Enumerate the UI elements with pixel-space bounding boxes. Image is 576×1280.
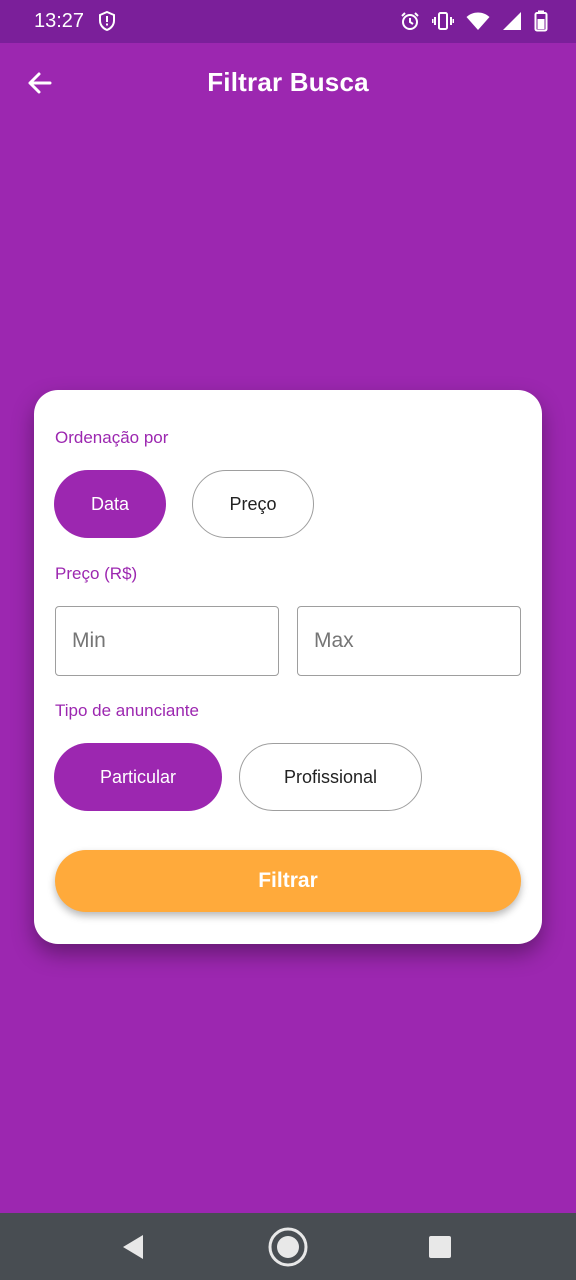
- shield-icon: [98, 10, 116, 32]
- advertiser-option-particular[interactable]: Particular: [54, 743, 222, 811]
- signal-icon: [502, 11, 522, 31]
- back-triangle-icon[interactable]: [120, 1233, 146, 1266]
- status-bar: 13:27: [0, 0, 576, 43]
- app-bar: Filtrar Busca: [0, 43, 576, 123]
- filter-card: Ordenação por Data Preço Preço (R$) Tipo…: [34, 390, 542, 944]
- status-icons: [400, 10, 548, 32]
- price-max-input[interactable]: [297, 606, 521, 676]
- chip-label: Data: [90, 493, 130, 514]
- sort-section-label: Ordenação por: [55, 428, 169, 447]
- wifi-icon: [466, 11, 490, 31]
- sort-option-date[interactable]: Data: [54, 470, 166, 538]
- filter-button-label: Filtrar: [258, 869, 318, 892]
- advertiser-option-profissional[interactable]: Profissional: [239, 743, 422, 811]
- status-time: 13:27: [34, 10, 85, 32]
- page-title: Filtrar Busca: [207, 67, 369, 97]
- chip-label: Particular: [99, 766, 177, 787]
- filter-button[interactable]: Filtrar: [55, 850, 521, 912]
- recents-square-icon[interactable]: [428, 1235, 452, 1264]
- chip-label: Profissional: [283, 766, 378, 787]
- sort-option-price[interactable]: Preço: [192, 470, 314, 538]
- chip-label: Preço: [229, 493, 277, 514]
- system-nav-bar: [0, 1213, 576, 1280]
- battery-icon: [534, 10, 548, 32]
- home-circle-icon[interactable]: [267, 1226, 309, 1273]
- alarm-icon: [400, 11, 420, 31]
- vibrate-icon: [432, 11, 454, 31]
- advertiser-section-label: Tipo de anunciante: [55, 701, 199, 720]
- price-min-input[interactable]: [55, 606, 279, 676]
- price-section-label: Preço (R$): [55, 564, 138, 583]
